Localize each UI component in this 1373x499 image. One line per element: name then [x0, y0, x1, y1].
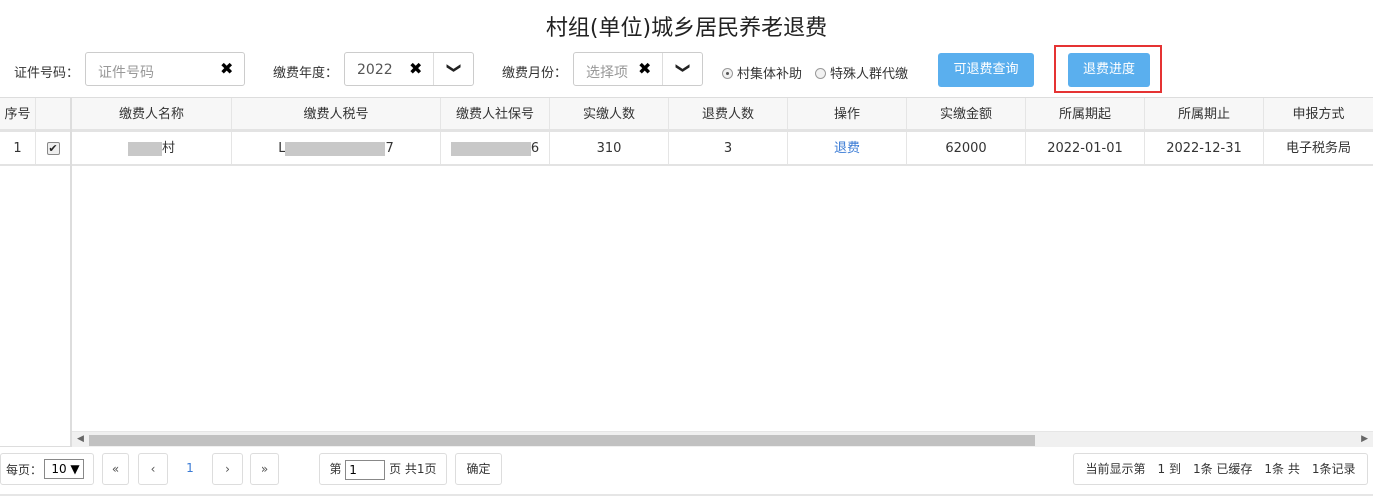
radio-special-group[interactable]: 特殊人群代缴 [815, 63, 908, 82]
chevron-down-icon[interactable]: ❯ [662, 53, 702, 85]
col-header-ss-id: 缴费人社保号 [441, 98, 550, 129]
cell-ss-id: 6 [441, 132, 550, 164]
radio-village-subsidy[interactable]: 村集体补助 [722, 63, 802, 82]
filter-toolbar: 证件号码： 证件号码 ✖ 缴费年度： 2022 ✖ ❯ 缴费月份： 选择项 ✖ … [0, 45, 1373, 93]
next-page-button[interactable]: › [212, 453, 243, 485]
per-page-select[interactable]: 10 ▼ [44, 459, 84, 479]
cell-name: 村 [72, 132, 232, 164]
table-row[interactable]: 1 ✔ [0, 132, 70, 166]
row-checkbox[interactable]: ✔ [36, 132, 70, 164]
col-header-name: 缴费人名称 [72, 98, 232, 129]
pagination-bar: 每页： 10 ▼ « ‹ 1 › » 第 1 页 共1页 确定 当前显示第 1 … [0, 453, 1373, 487]
col-header-paid-count: 实缴人数 [550, 98, 669, 129]
chevron-down-icon[interactable]: ❯ [433, 53, 473, 85]
record-summary: 当前显示第 1 到 1条 已缓存 1条 共 1条记录 [1073, 453, 1368, 485]
year-label: 缴费年度： [273, 66, 339, 81]
col-header-amount: 实缴金额 [907, 98, 1026, 129]
main-columns: 缴费人名称 缴费人税号 缴费人社保号 实缴人数 退费人数 操作 实缴金额 所属期… [72, 98, 1373, 432]
divider [0, 494, 1373, 496]
clear-icon[interactable]: ✖ [638, 59, 651, 78]
cell-amount: 62000 [907, 132, 1026, 164]
col-header-refund-count: 退费人数 [669, 98, 788, 129]
col-header-action: 操作 [788, 98, 907, 129]
scroll-right-icon[interactable]: ▶ [1361, 434, 1368, 444]
year-select[interactable]: 2022 ✖ ❯ [344, 52, 474, 86]
cell-tax-id: L7 [232, 132, 441, 164]
col-header-tax-id: 缴费人税号 [232, 98, 441, 129]
cell-refund-count: 3 [669, 132, 788, 164]
col-header-start: 所属期起 [1026, 98, 1145, 129]
refund-link[interactable]: 退费 [834, 141, 860, 156]
month-label: 缴费月份： [502, 66, 568, 81]
row-seq: 1 [0, 132, 36, 164]
clear-icon[interactable]: ✖ [409, 59, 422, 78]
current-page[interactable]: 1 [176, 453, 204, 485]
data-grid: 序号 1 ✔ 缴费人名称 缴费人税号 缴费人社保号 实缴人数 退费人数 操作 实… [0, 97, 1373, 447]
col-header-seq: 序号 [0, 98, 36, 129]
radio-icon [815, 68, 826, 79]
cell-end: 2022-12-31 [1145, 132, 1264, 164]
col-header-end: 所属期止 [1145, 98, 1264, 129]
table-row[interactable]: 村 L7 6 310 3 退费 62000 2022-01-01 2022-12… [72, 132, 1373, 166]
id-number-placeholder: 证件号码 [98, 65, 154, 81]
month-select[interactable]: 选择项 ✖ ❯ [573, 52, 703, 86]
horizontal-scrollbar[interactable]: ◀ ▶ [72, 431, 1373, 447]
month-placeholder: 选择项 [586, 65, 628, 81]
first-page-button[interactable]: « [102, 453, 129, 485]
id-number-input[interactable]: 证件号码 ✖ [85, 52, 245, 86]
scroll-left-icon[interactable]: ◀ [77, 434, 84, 444]
radio-selected-icon [722, 68, 733, 79]
page-number-input[interactable]: 1 [345, 459, 386, 480]
confirm-button[interactable]: 确定 [455, 453, 502, 485]
col-header-method: 申报方式 [1264, 98, 1373, 129]
cell-method: 电子税务局 [1264, 132, 1373, 164]
page-title: 村组(单位)城乡居民养老退费 [545, 16, 828, 41]
per-page-box: 10 ▼ [0, 453, 94, 485]
frozen-columns: 序号 1 ✔ [0, 98, 72, 446]
year-value: 2022 [357, 62, 393, 78]
prev-page-button[interactable]: ‹ [138, 453, 168, 485]
highlight-box [1054, 45, 1162, 93]
scrollbar-thumb[interactable] [89, 435, 1035, 446]
cell-action: 退费 [788, 132, 907, 164]
id-number-label: 证件号码： [14, 66, 80, 81]
refundable-query-button[interactable]: 可退费查询 [938, 53, 1034, 87]
cell-start: 2022-01-01 [1026, 132, 1145, 164]
clear-icon[interactable]: ✖ [220, 59, 233, 78]
last-page-button[interactable]: » [250, 453, 279, 485]
col-header-check [36, 98, 70, 129]
goto-page-group: 第 1 页 共1页 [319, 453, 447, 485]
cell-paid-count: 310 [550, 132, 669, 164]
